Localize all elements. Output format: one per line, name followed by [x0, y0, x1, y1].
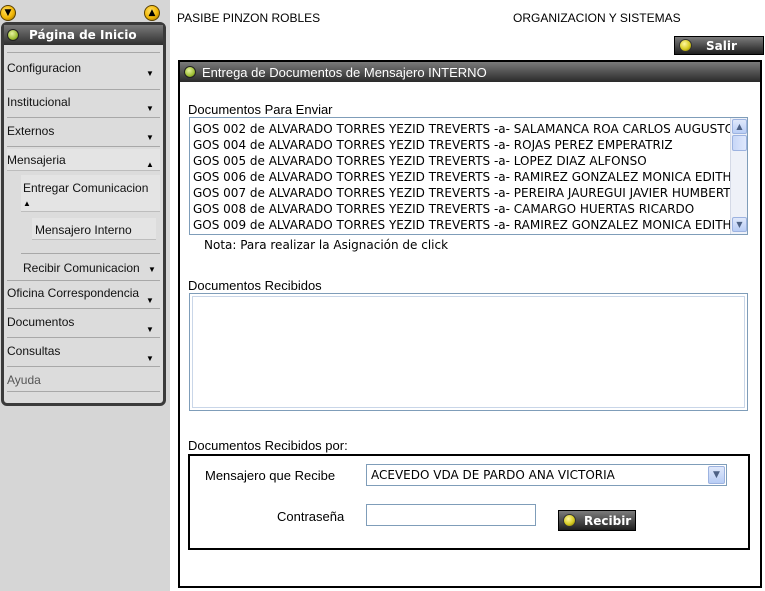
- chevron-down-icon: ▼: [146, 296, 154, 305]
- chevron-down-icon[interactable]: ▼: [708, 466, 725, 484]
- delivery-panel: Entrega de Documentos de Mensajero INTER…: [178, 60, 762, 588]
- scroll-down-icon[interactable]: ▼: [732, 217, 747, 232]
- menu-item-entregar-comunicacion[interactable]: Entregar Comunicacion ▲: [23, 181, 158, 211]
- menu-item-ayuda[interactable]: Ayuda: [7, 373, 160, 391]
- chevron-down-icon: ▼: [146, 69, 154, 78]
- list-item[interactable]: GOS 006 de ALVARADO TORRES YEZID TREVERT…: [193, 169, 732, 185]
- password-label: Contraseña: [277, 509, 345, 524]
- chevron-up-icon: ▲: [146, 160, 154, 169]
- list-item[interactable]: GOS 005 de ALVARADO TORRES YEZID TREVERT…: [193, 153, 647, 169]
- menu-item-label: Consultas: [7, 344, 61, 358]
- chevron-down-icon: ▼: [146, 133, 154, 142]
- menu-divider: [7, 366, 160, 367]
- scroll-thumb[interactable]: [732, 135, 747, 151]
- menu-divider: [7, 146, 160, 147]
- menu-item-label: Externos: [7, 124, 55, 138]
- docs-to-send-list[interactable]: GOS 002 de ALVARADO TORRES YEZID TREVERT…: [189, 117, 748, 235]
- panel-header-icon: [184, 66, 196, 78]
- panel-header: Entrega de Documentos de Mensajero INTER…: [180, 62, 760, 82]
- menu-divider: [7, 308, 160, 309]
- recibir-button[interactable]: Recibir: [558, 510, 636, 531]
- chevron-down-icon: ▼: [146, 104, 154, 113]
- received-by-label: Documentos Recibidos por:: [188, 438, 348, 453]
- docs-received-list-inner: [192, 296, 745, 408]
- assignment-note: Nota: Para realizar la Asignación de cli…: [204, 238, 449, 252]
- arrow-up-icon[interactable]: ▲: [144, 5, 160, 21]
- arrow-down-icon[interactable]: ▼: [0, 5, 16, 21]
- menu-item-label: Institucional: [7, 95, 71, 109]
- docs-received-list[interactable]: [189, 293, 748, 411]
- password-input[interactable]: [366, 504, 536, 526]
- menu-item-label: Entregar Comunicacion: [23, 181, 149, 195]
- menu-header[interactable]: Página de Inicio: [4, 25, 163, 45]
- menu-item-label: Recibir Comunicacion: [23, 261, 140, 275]
- salir-button[interactable]: Salir: [674, 36, 764, 55]
- chevron-up-icon: ▲: [23, 199, 31, 208]
- list-scrollbar[interactable]: ▲ ▼: [730, 118, 747, 234]
- home-icon: [7, 29, 19, 41]
- mensajero-label: Mensajero que Recibe: [205, 468, 336, 483]
- menu-divider: [7, 52, 160, 53]
- sidebar: ▼ ▲ Página de Inicio Configuracion ▼ Ins…: [0, 0, 170, 591]
- menu-item-label: Ayuda: [7, 373, 41, 387]
- menu-item-mensajeria[interactable]: Mensajeria ▲: [7, 153, 160, 173]
- recibir-label: Recibir: [584, 513, 632, 528]
- button-dot-icon: [679, 39, 692, 52]
- menu-item-recibir-comunicacion[interactable]: Recibir Comunicacion ▼: [23, 261, 160, 281]
- chevron-down-icon: ▼: [146, 325, 154, 334]
- menu-item-label: Mensajeria: [7, 153, 66, 167]
- menu-title: Página de Inicio: [29, 28, 137, 42]
- docs-received-label: Documentos Recibidos: [188, 278, 322, 293]
- main-menu: Página de Inicio Configuracion ▼ Institu…: [1, 22, 166, 406]
- docs-to-send-label: Documentos Para Enviar: [188, 102, 333, 117]
- chevron-down-icon: ▼: [148, 265, 156, 274]
- received-by-box: Mensajero que Recibe ACEVEDO VDA DE PARD…: [188, 454, 750, 550]
- menu-item-oficina-correspondencia[interactable]: Oficina Correspondencia ▼: [7, 286, 160, 306]
- list-item[interactable]: GOS 004 de ALVARADO TORRES YEZID TREVERT…: [193, 137, 673, 153]
- menu-item-consultas[interactable]: Consultas ▼: [7, 344, 160, 364]
- panel-title: Entrega de Documentos de Mensajero INTER…: [202, 64, 487, 80]
- scroll-up-icon[interactable]: ▲: [732, 119, 747, 134]
- department-name: ORGANIZACION Y SISTEMAS: [513, 11, 681, 25]
- menu-item-mensajero-interno[interactable]: Mensajero Interno: [35, 223, 155, 241]
- menu-divider: [7, 117, 160, 118]
- list-item[interactable]: GOS 002 de ALVARADO TORRES YEZID TREVERT…: [193, 121, 734, 137]
- button-dot-icon: [563, 514, 576, 527]
- menu-divider: [7, 89, 160, 90]
- mensajero-select[interactable]: ACEVEDO VDA DE PARDO ANA VICTORIA ▼: [366, 464, 727, 486]
- menu-divider: [7, 391, 160, 392]
- menu-item-label: Oficina Correspondencia: [7, 286, 140, 300]
- menu-item-documentos[interactable]: Documentos ▼: [7, 315, 160, 335]
- list-item[interactable]: GOS 008 de ALVARADO TORRES YEZID TREVERT…: [193, 201, 694, 217]
- menu-item-externos[interactable]: Externos ▼: [7, 124, 160, 144]
- menu-item-configuracion[interactable]: Configuracion ▼: [7, 61, 160, 81]
- menu-divider: [21, 253, 160, 254]
- list-item[interactable]: GOS 007 de ALVARADO TORRES YEZID TREVERT…: [193, 185, 740, 201]
- menu-item-label: Documentos: [7, 315, 75, 329]
- user-name: PASIBE PINZON ROBLES: [177, 11, 321, 25]
- menu-item-institucional[interactable]: Institucional ▼: [7, 95, 160, 115]
- mensajero-selected-value: ACEVEDO VDA DE PARDO ANA VICTORIA: [371, 468, 615, 482]
- menu-item-label: Configuracion: [7, 61, 82, 75]
- list-item[interactable]: GOS 009 de ALVARADO TORRES YEZID TREVERT…: [193, 217, 732, 233]
- menu-item-label: Mensajero Interno: [35, 223, 132, 237]
- menu-divider: [7, 337, 160, 338]
- chevron-down-icon: ▼: [146, 354, 154, 363]
- salir-label: Salir: [706, 38, 737, 53]
- menu-divider: [7, 280, 160, 281]
